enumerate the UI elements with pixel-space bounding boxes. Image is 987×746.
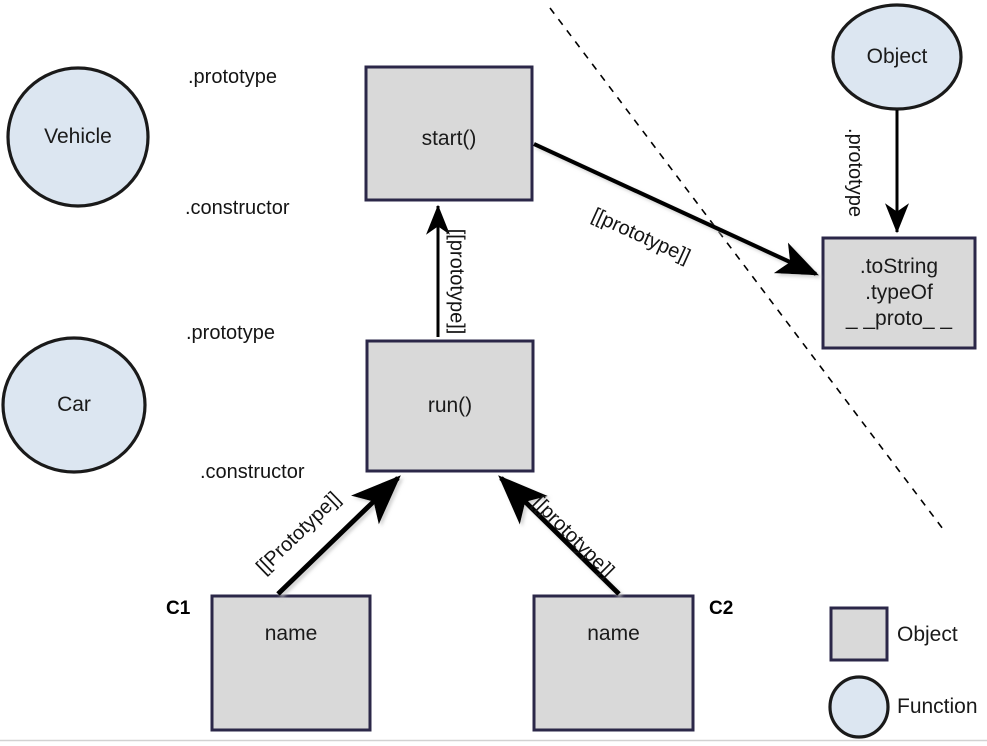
legend-swatch-function: [828, 675, 890, 739]
node-run[interactable]: [365, 339, 535, 473]
edge-label-car-prototype: .prototype: [186, 322, 275, 344]
node-c1[interactable]: [210, 594, 372, 732]
diagram-svg: [0, 3, 987, 742]
node-object[interactable]: [831, 3, 963, 111]
node-c2-corner-label: C2: [709, 598, 734, 619]
node-vehicle[interactable]: [6, 66, 150, 208]
node-car[interactable]: [1, 336, 147, 474]
edge-label-run-to-start: [[prototype]]: [445, 228, 468, 335]
node-object-prototype[interactable]: [821, 236, 977, 350]
legend-label-function: Function: [897, 695, 978, 718]
diagram-canvas: Vehicle Car Object start() run() .toStri…: [0, 0, 987, 746]
edge-label-start-constructor: .constructor: [185, 197, 290, 219]
legend-swatch-object: [829, 606, 889, 662]
node-c1-corner-label: C1: [166, 598, 191, 619]
node-c2[interactable]: [532, 594, 695, 732]
edge-label-vehicle-prototype: .prototype: [188, 66, 277, 88]
node-start[interactable]: [364, 65, 534, 202]
edge-label-object-prototype: .prototype: [843, 128, 866, 217]
edge-label-run-constructor: .constructor: [200, 461, 305, 483]
legend-label-object: Object: [897, 623, 958, 646]
